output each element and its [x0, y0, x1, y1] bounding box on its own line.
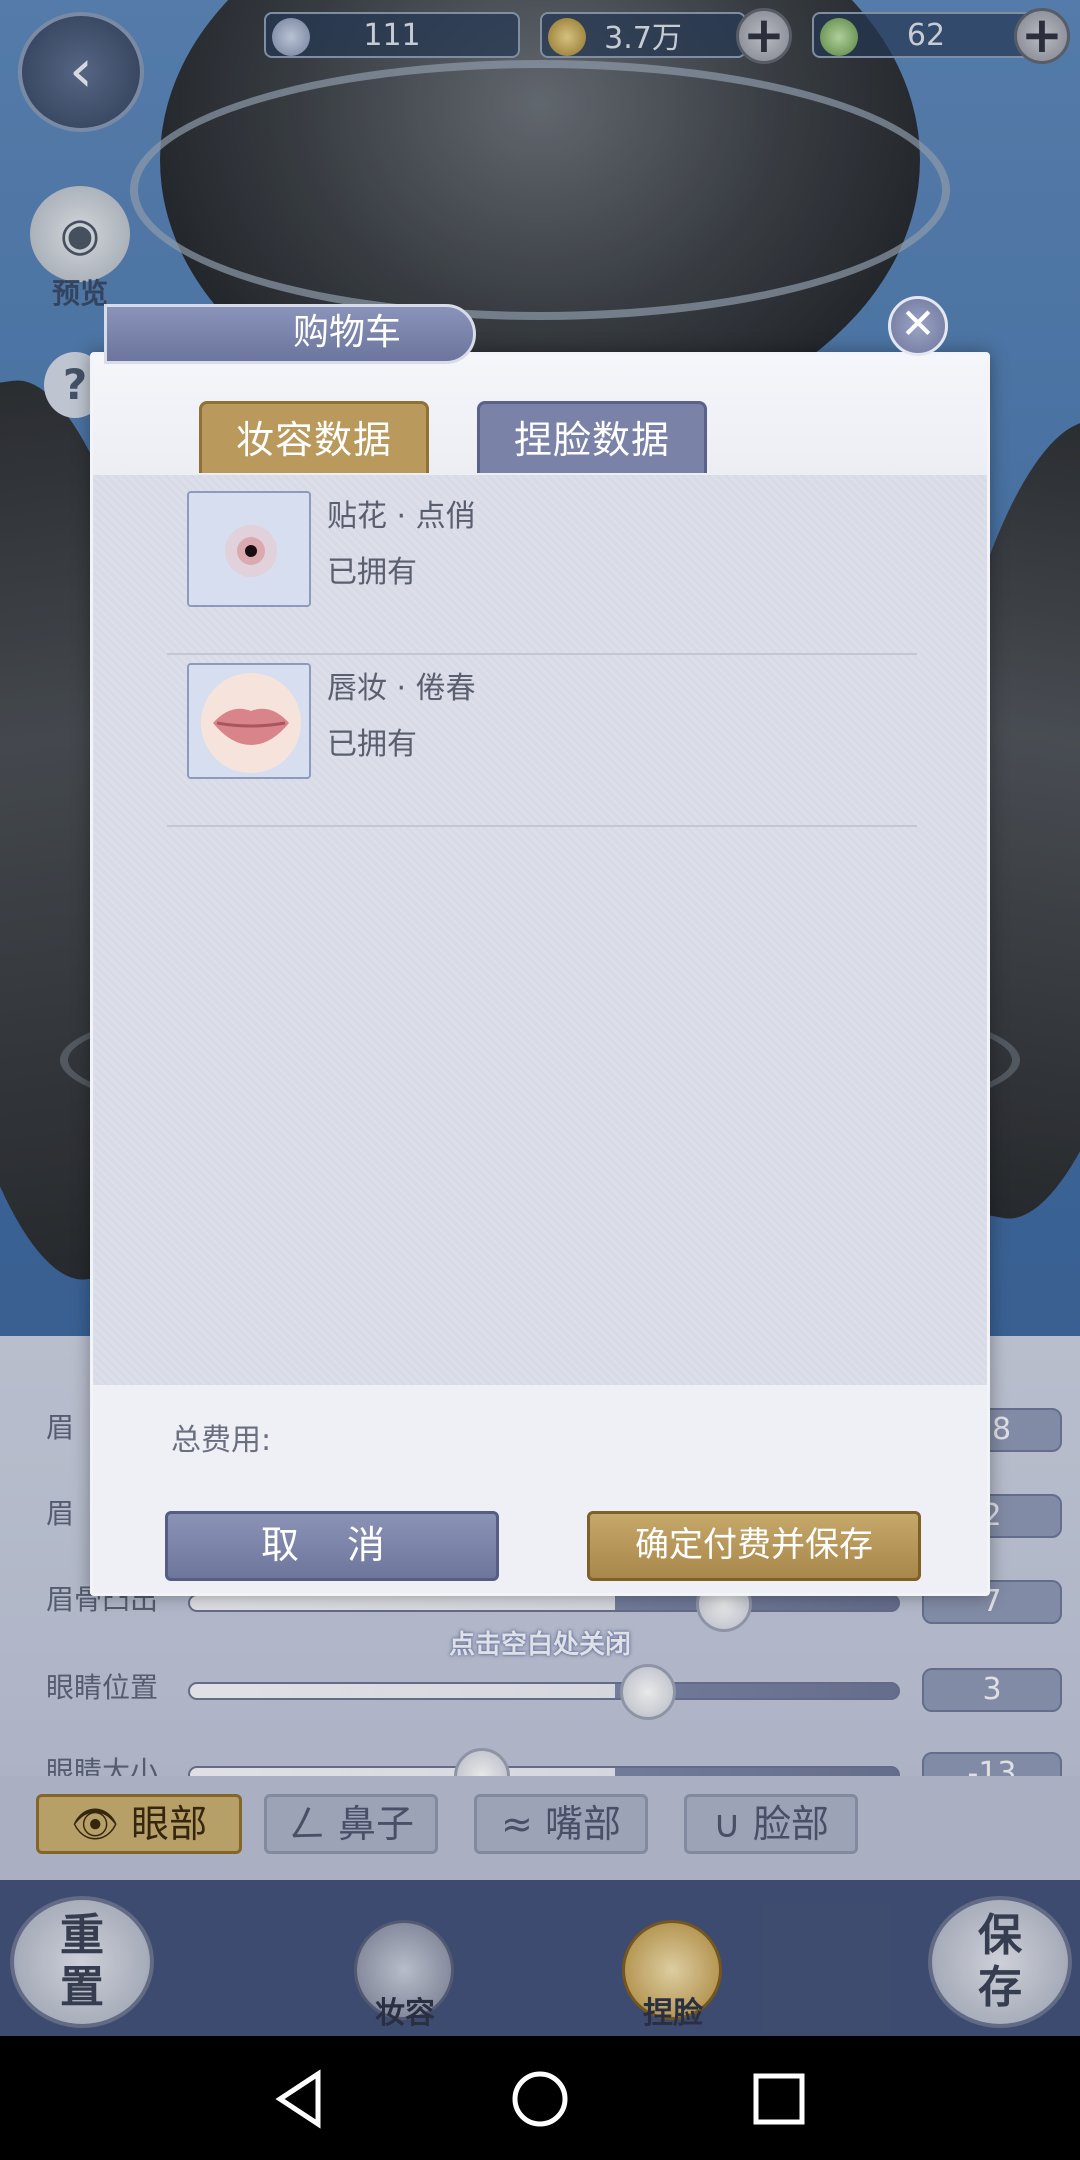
tab-makeup-data[interactable]: 妆容数据 — [199, 401, 429, 473]
cancel-button[interactable]: 取 消 — [165, 1511, 499, 1581]
list-item[interactable]: 唇妆 · 倦春 已拥有 — [167, 655, 917, 827]
lips-icon — [187, 663, 311, 779]
close-icon[interactable]: ✕ — [888, 296, 948, 356]
item-name: 唇妆 · 倦春 — [327, 671, 476, 706]
cart-item-list: 贴花 · 点俏 已拥有 唇妆 · 倦春 已拥有 — [93, 475, 987, 1385]
modal-tabstrip: 妆容数据 捏脸数据 — [93, 355, 987, 475]
list-item[interactable]: 贴花 · 点俏 已拥有 — [167, 483, 917, 655]
item-name: 贴花 · 点俏 — [327, 499, 476, 534]
tab-face-data[interactable]: 捏脸数据 — [477, 401, 707, 473]
system-nav-bar — [0, 2036, 1080, 2160]
item-status: 已拥有 — [327, 727, 417, 762]
item-status: 已拥有 — [327, 555, 417, 590]
dialog-title: 购物车 — [104, 304, 476, 364]
recents-square-icon[interactable] — [744, 2064, 814, 2134]
confirm-pay-save-button[interactable]: 确定付费并保存 — [587, 1511, 921, 1581]
back-triangle-icon[interactable] — [266, 2064, 336, 2134]
home-circle-icon[interactable] — [505, 2064, 575, 2134]
modal-footer: 总费用: 取 消 确定付费并保存 — [93, 1385, 987, 1593]
shopping-cart-dialog: 妆容数据 捏脸数据 贴花 · 点俏 已拥有 唇妆 · 倦春 已拥有 总费用: 取… — [90, 352, 990, 1596]
decal-icon — [187, 491, 311, 607]
total-cost-label: 总费用: — [171, 1423, 272, 1458]
